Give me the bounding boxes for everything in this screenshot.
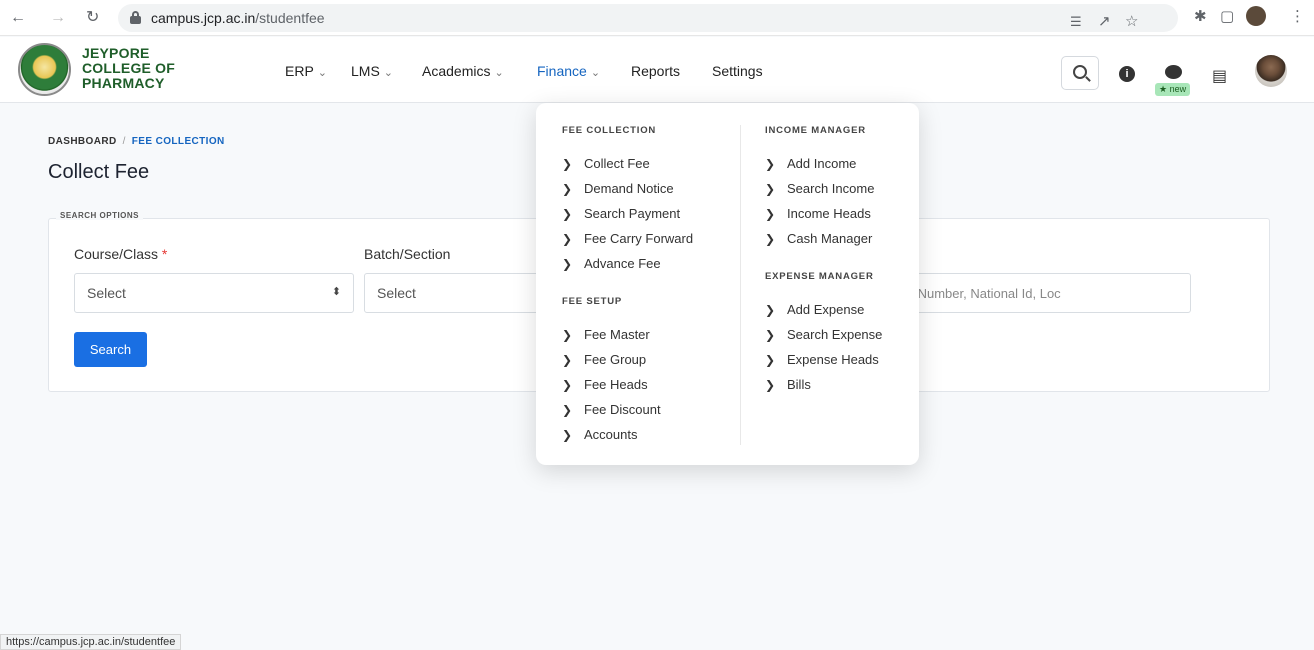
menu-item-add-income[interactable]: ❯ Add Income	[765, 156, 856, 171]
user-avatar[interactable]	[1255, 55, 1287, 87]
menu-item-fee-discount[interactable]: ❯ Fee Discount	[562, 402, 661, 417]
breadcrumb: DASHBOARD / FEE COLLECTION	[48, 136, 225, 147]
menu-finance[interactable]: Finance ⌄	[537, 63, 600, 79]
batch-section-label: Batch/Section	[364, 246, 451, 262]
chevron-right-icon: ❯	[765, 328, 776, 342]
menu-item-bills[interactable]: ❯ Bills	[765, 377, 811, 392]
student-keyword-input[interactable]: Roll Number, Enroll Number, National Id,…	[905, 273, 1191, 313]
dropdown-divider	[740, 125, 741, 445]
page-title: Collect Fee	[48, 161, 150, 183]
extensions-puzzle-icon[interactable]: ✱	[1194, 8, 1207, 26]
course-class-select[interactable]: Select ⬍	[74, 273, 354, 313]
menu-item-fee-master[interactable]: ❯ Fee Master	[562, 327, 650, 342]
menu-item-income-heads[interactable]: ❯ Income Heads	[765, 206, 871, 221]
translate-icon[interactable]: ☰	[1070, 13, 1082, 31]
search-icon	[1073, 65, 1087, 79]
chevron-right-icon: ❯	[562, 157, 573, 171]
menu-item-expense-heads[interactable]: ❯ Expense Heads	[765, 352, 879, 367]
menu-item-accounts[interactable]: ❯ Accounts	[562, 427, 637, 442]
chevron-right-icon: ❯	[562, 353, 573, 367]
chevron-right-icon: ❯	[562, 403, 573, 417]
search-options-legend: SEARCH OPTIONS	[56, 211, 144, 220]
chevron-right-icon: ❯	[562, 257, 573, 271]
chevron-down-icon: ⌄	[494, 67, 504, 79]
menu-item-cash-manager[interactable]: ❯ Cash Manager	[765, 231, 872, 246]
menu-academics[interactable]: Academics ⌄	[422, 63, 504, 79]
chevron-right-icon: ❯	[562, 378, 573, 392]
chevron-down-icon: ⌄	[590, 67, 601, 79]
chevron-right-icon: ❯	[765, 207, 776, 221]
menu-item-demand-notice[interactable]: ❯ Demand Notice	[562, 181, 674, 196]
share-icon[interactable]: ↗	[1098, 13, 1111, 31]
chevron-right-icon: ❯	[562, 428, 573, 442]
bookmark-star-icon[interactable]: ☆	[1125, 13, 1138, 31]
section-fee-setup: FEE SETUP	[562, 296, 622, 307]
college-name[interactable]: JEYPORE COLLEGE OF PHARMACY	[82, 46, 175, 91]
menu-item-collect-fee[interactable]: ❯ Collect Fee	[562, 156, 650, 171]
chevron-down-icon: ⌄	[383, 67, 394, 79]
chevron-right-icon: ❯	[765, 353, 776, 367]
finance-dropdown-menu: FEE COLLECTION ❯ Collect Fee ❯ Demand Noti…	[536, 103, 919, 465]
chevron-right-icon: ❯	[562, 207, 573, 221]
menu-item-fee-carry-forward[interactable]: ❯ Fee Carry Forward	[562, 231, 693, 246]
menu-item-add-expense[interactable]: ❯ Add Expense	[765, 302, 864, 317]
select-arrows-icon: ⬍	[331, 286, 341, 298]
chevron-right-icon: ❯	[765, 157, 776, 171]
chevron-right-icon: ❯	[765, 232, 776, 246]
side-panel-icon[interactable]: ▢	[1220, 8, 1234, 26]
chat-icon[interactable]	[1165, 65, 1182, 79]
chevron-down-icon: ⌄	[317, 67, 328, 79]
menu-item-search-income[interactable]: ❯ Search Income	[765, 181, 874, 196]
chevron-right-icon: ❯	[765, 378, 776, 392]
reload-icon[interactable]: ↻	[86, 8, 99, 28]
chevron-right-icon: ❯	[562, 328, 573, 342]
chevron-right-icon: ❯	[765, 182, 776, 196]
section-fee-collection: FEE COLLECTION	[562, 125, 657, 136]
menu-reports[interactable]: Reports	[631, 63, 680, 79]
back-icon[interactable]: ←	[10, 8, 26, 28]
menu-settings[interactable]: Settings	[712, 63, 763, 79]
chevron-right-icon: ❯	[765, 303, 776, 317]
info-icon[interactable]: i	[1119, 66, 1135, 82]
breadcrumb-current: FEE COLLECTION	[131, 136, 225, 147]
new-badge: ★ new	[1155, 83, 1191, 96]
lock-icon	[130, 11, 141, 24]
more-options-icon[interactable]: ⋮	[1290, 8, 1305, 26]
college-logo[interactable]	[18, 43, 71, 96]
chevron-right-icon: ❯	[562, 182, 573, 196]
browser-toolbar: ← → ↻ campus.jcp.ac.in/studentfee ☰ ↗ ☆ …	[0, 0, 1314, 36]
book-icon[interactable]: ▤	[1212, 66, 1227, 86]
global-search-button[interactable]	[1061, 56, 1099, 90]
chevron-right-icon: ❯	[562, 232, 573, 246]
menu-erp[interactable]: ERP ⌄	[285, 63, 327, 79]
link-status-bar: https://campus.jcp.ac.in/studentfee	[0, 634, 182, 650]
menu-lms[interactable]: LMS ⌄	[351, 63, 393, 79]
section-expense-manager: EXPENSE MANAGER	[765, 271, 874, 282]
forward-icon[interactable]: →	[50, 8, 66, 28]
breadcrumb-dashboard[interactable]: DASHBOARD	[48, 136, 117, 147]
url-text: campus.jcp.ac.in/studentfee	[151, 10, 325, 26]
menu-item-search-payment[interactable]: ❯ Search Payment	[562, 206, 680, 221]
course-class-label: Course/Class *	[74, 246, 168, 262]
profile-avatar[interactable]	[1246, 6, 1266, 26]
address-bar[interactable]: campus.jcp.ac.in/studentfee ☰ ↗ ☆	[118, 4, 1178, 32]
menu-item-fee-group[interactable]: ❯ Fee Group	[562, 352, 646, 367]
section-income-manager: INCOME MANAGER	[765, 125, 866, 136]
batch-section-select[interactable]: Select	[364, 273, 544, 313]
menu-item-fee-heads[interactable]: ❯ Fee Heads	[562, 377, 648, 392]
menu-item-search-expense[interactable]: ❯ Search Expense	[765, 327, 882, 342]
menu-item-advance-fee[interactable]: ❯ Advance Fee	[562, 256, 661, 271]
search-button[interactable]: Search	[74, 332, 147, 367]
app-header: JEYPORE COLLEGE OF PHARMACY ERP ⌄ LMS ⌄ Ac…	[0, 37, 1314, 103]
